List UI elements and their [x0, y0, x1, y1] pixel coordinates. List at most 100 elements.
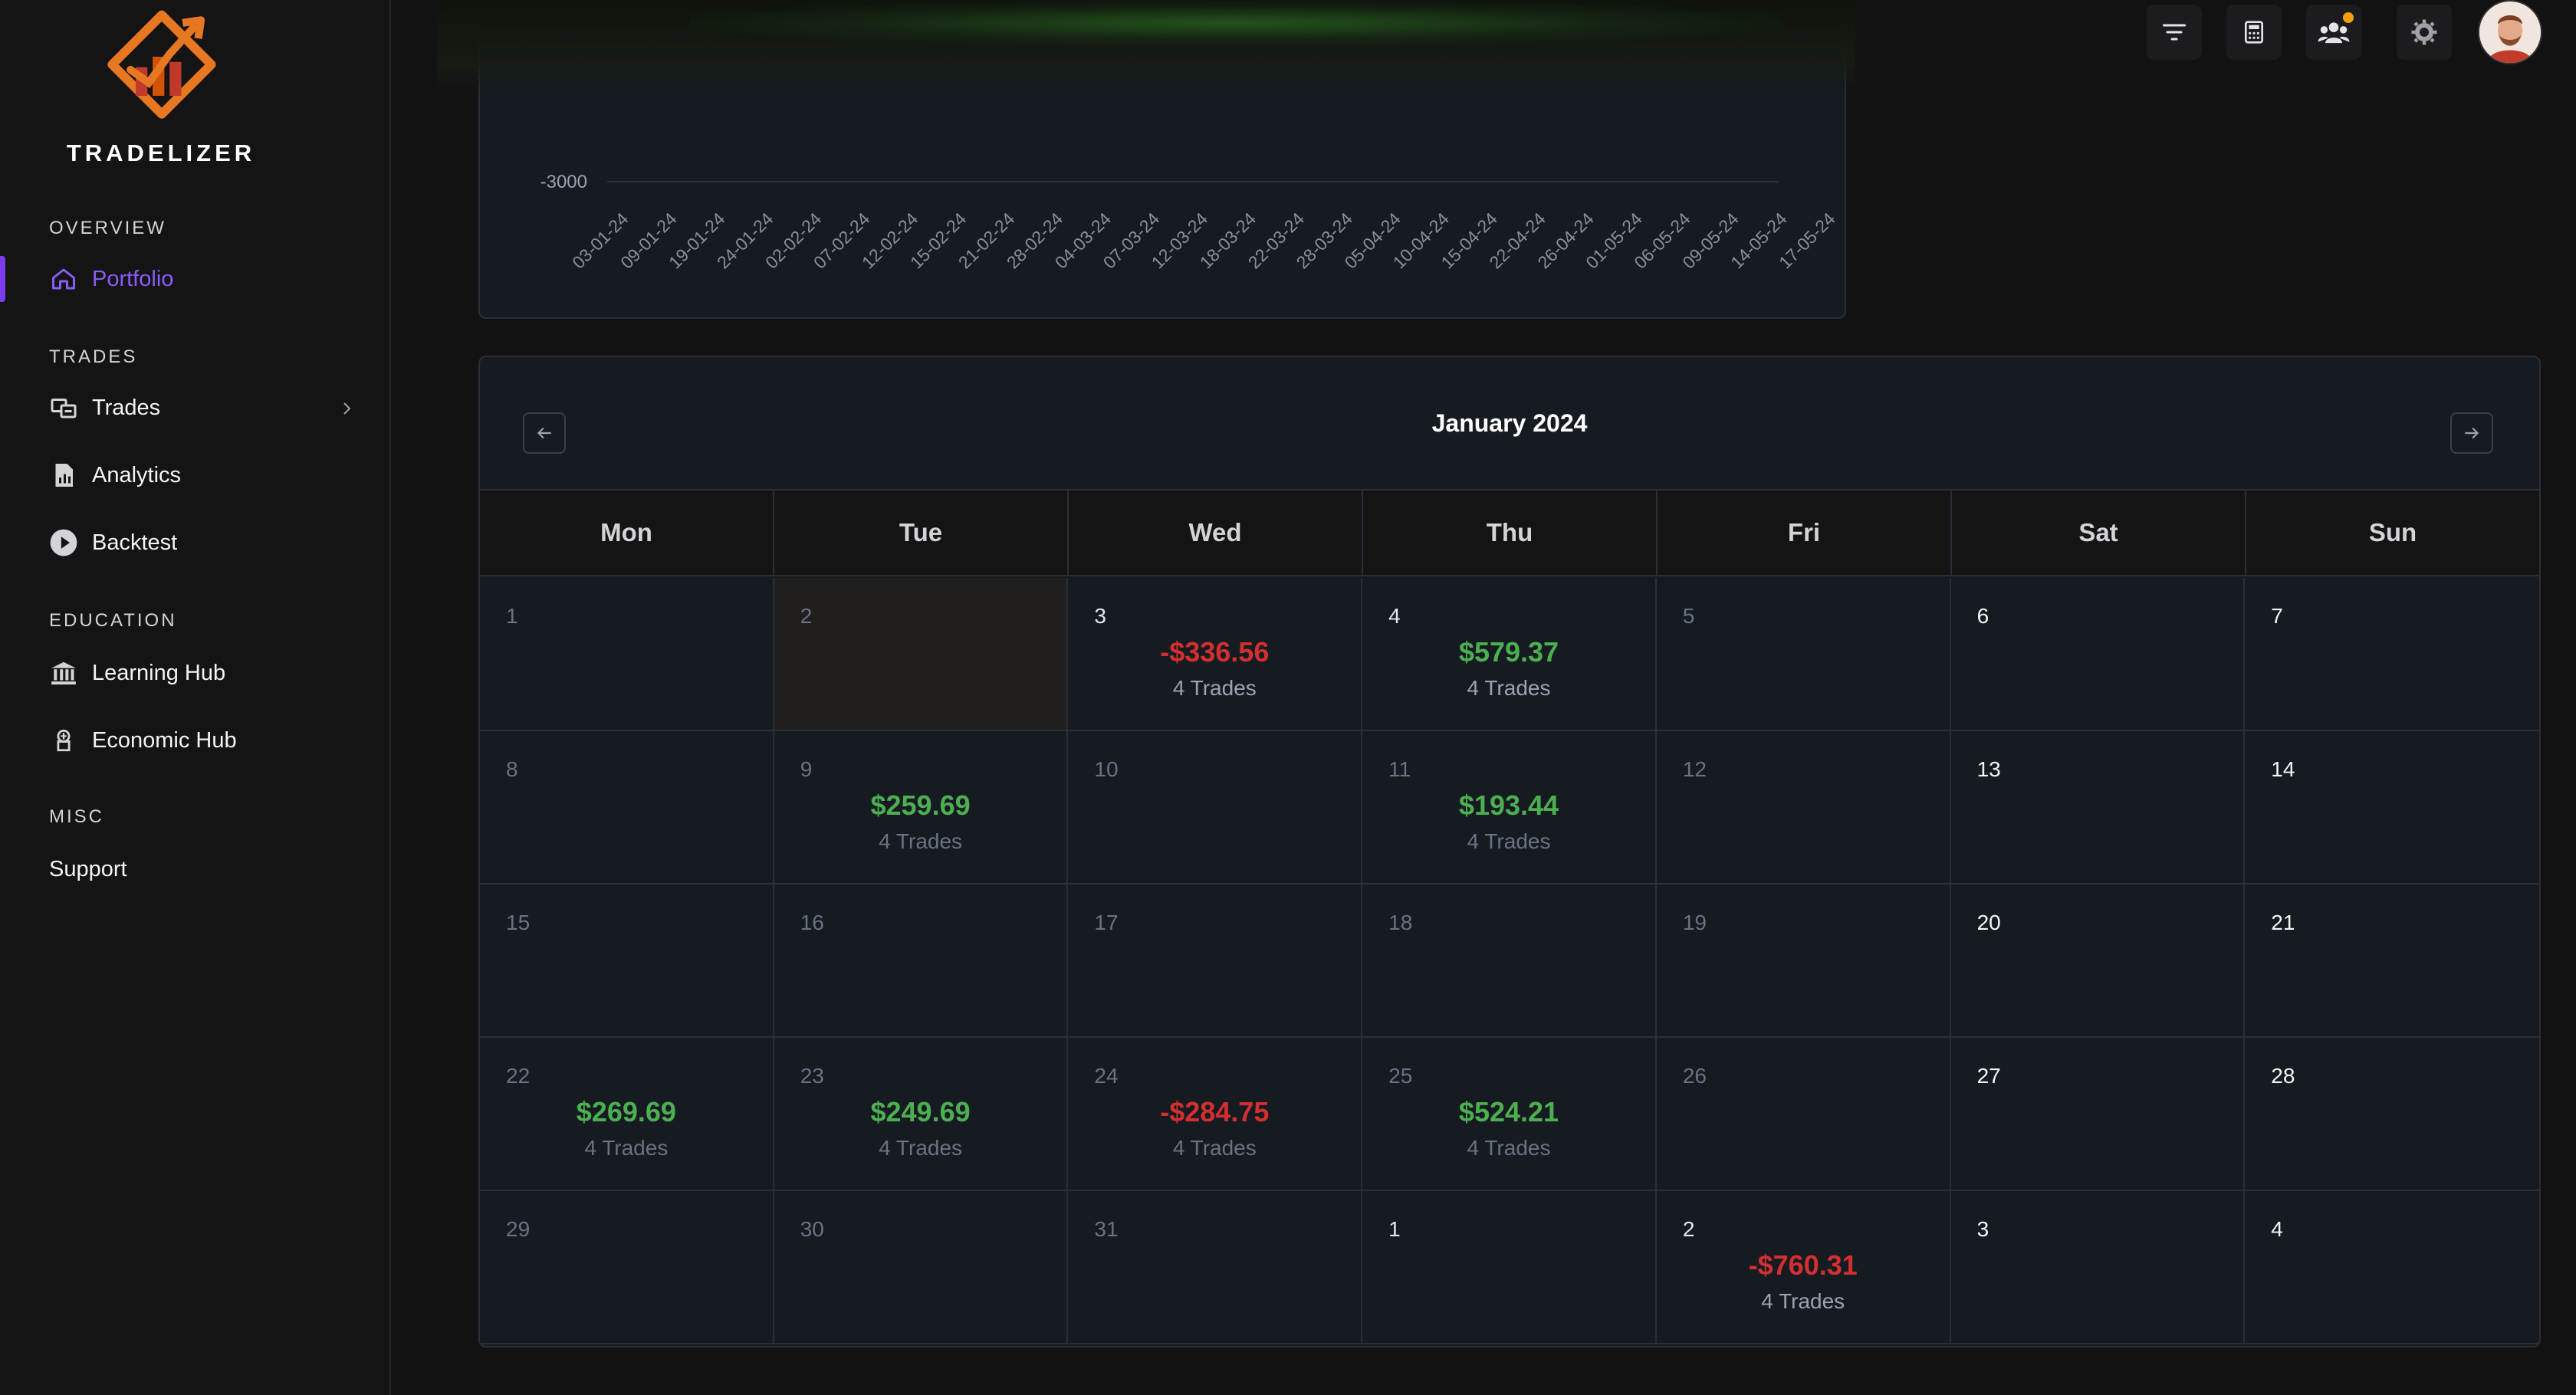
calendar-day-cell[interactable]: 23 $249.69 4 Trades: [774, 1038, 1069, 1191]
sidebar-item-economic-hub[interactable]: Economic Hub: [49, 719, 356, 762]
sidebar-item-portfolio[interactable]: Portfolio: [49, 258, 356, 300]
calendar-day-cell[interactable]: 18: [1362, 885, 1657, 1038]
sidebar-item-label: Analytics: [92, 462, 182, 487]
day-number: 4: [2271, 1217, 2283, 1241]
calendar-day-cell[interactable]: 5: [1656, 578, 1951, 731]
calendar-day-cell[interactable]: 9 $259.69 4 Trades: [774, 731, 1069, 885]
day-number: 27: [1976, 1064, 2001, 1088]
day-trade-count: 4 Trades: [1467, 829, 1551, 853]
day-number: 25: [1388, 1064, 1413, 1088]
y-tick-label: -3000: [540, 172, 587, 192]
day-number: 24: [1094, 1064, 1119, 1088]
calendar-day-cell[interactable]: 15: [480, 885, 774, 1038]
day-number: 20: [1976, 911, 2001, 934]
calendar-day-cell[interactable]: 28: [2245, 1038, 2539, 1191]
calendar-day-cell[interactable]: 10: [1068, 731, 1363, 885]
calendar-day-cell[interactable]: 2: [774, 578, 1069, 731]
calendar-day-cell[interactable]: 4: [2245, 1191, 2539, 1344]
calendar-day-cell[interactable]: 6: [1950, 578, 2246, 731]
day-number: 31: [1094, 1217, 1119, 1241]
calendar-day-cell[interactable]: 3 -$336.56 4 Trades: [1068, 578, 1363, 731]
day-number: 9: [800, 757, 813, 781]
economic-icon: [49, 726, 78, 755]
calendar-day-cell[interactable]: 12: [1656, 731, 1951, 885]
chevron-right-icon[interactable]: [337, 399, 356, 424]
calendar-day-cell[interactable]: 1: [1362, 1191, 1657, 1344]
sidebar-item-analytics[interactable]: Analytics: [49, 454, 356, 497]
calendar-day-cell[interactable]: 16: [774, 885, 1069, 1038]
calendar-day-cell[interactable]: 11 $193.44 4 Trades: [1362, 731, 1657, 885]
day-number: 29: [506, 1217, 531, 1241]
weekday-header: Mon: [480, 491, 774, 576]
calendar-header: January 2024: [480, 357, 2539, 491]
sidebar-item-trades[interactable]: Trades: [49, 386, 356, 429]
day-number: 11: [1388, 757, 1411, 781]
calendar-day-cell[interactable]: 13: [1950, 731, 2246, 885]
day-pnl-amount: $249.69: [870, 1096, 971, 1127]
community-button[interactable]: [2306, 5, 2361, 60]
next-month-button[interactable]: [2450, 412, 2493, 454]
calendar-day-cell[interactable]: 24 -$284.75 4 Trades: [1068, 1038, 1363, 1191]
avatar-image: [2479, 2, 2541, 63]
day-trade-count: 4 Trades: [1761, 1289, 1845, 1313]
day-number: 18: [1388, 911, 1413, 934]
day-trade-count: 4 Trades: [1467, 1136, 1551, 1160]
calendar-day-cell[interactable]: 20: [1950, 885, 2246, 1038]
sidebar-item-label: Portfolio: [92, 266, 174, 291]
sidebar-item-label: Support: [49, 856, 127, 881]
calendar-day-cell[interactable]: 2 -$760.31 4 Trades: [1656, 1191, 1951, 1344]
sidebar-item-label: Backtest: [92, 530, 178, 555]
day-number: 2: [1682, 1217, 1695, 1241]
weekday-header: Tue: [774, 491, 1069, 576]
user-avatar[interactable]: [2478, 0, 2542, 64]
day-number: 13: [1976, 757, 2001, 781]
sidebar: TRADELIZER OVERVIEW Portfolio TRADES Tra…: [0, 0, 391, 1395]
calendar-day-cell[interactable]: 17: [1068, 885, 1363, 1038]
calculator-icon: [2245, 21, 2263, 44]
calendar-grid: 1 2 3 -$336.56 4 Trades 4 $579.37 4 Trades 5 6 7 8 9…: [480, 578, 2539, 1344]
day-number: 4: [1388, 604, 1401, 628]
day-number: 15: [506, 911, 531, 934]
day-number: 12: [1682, 757, 1707, 781]
calendar-day-cell[interactable]: 3: [1950, 1191, 2246, 1344]
calendar-day-cell[interactable]: 7: [2245, 578, 2539, 731]
day-number: 23: [800, 1064, 824, 1088]
calculator-button[interactable]: [2226, 5, 2282, 60]
day-number: 2: [800, 604, 813, 628]
sidebar-item-support[interactable]: Support: [49, 848, 356, 891]
calendar-day-cell[interactable]: 14: [2245, 731, 2539, 885]
day-number: 21: [2271, 911, 2295, 934]
calendar-day-cell[interactable]: 31: [1068, 1191, 1363, 1344]
weekday-header-row: Mon Tue Wed Thu Fri Sat Sun: [480, 491, 2539, 576]
calendar-day-cell[interactable]: 27: [1950, 1038, 2246, 1191]
calendar-day-cell[interactable]: 8: [480, 731, 774, 885]
calendar-day-cell[interactable]: 21: [2245, 885, 2539, 1038]
calendar-day-cell[interactable]: 26: [1656, 1038, 1951, 1191]
sidebar-item-backtest[interactable]: Backtest: [49, 521, 356, 564]
calendar-month-title: January 2024: [1431, 409, 1588, 437]
day-pnl-amount: $193.44: [1458, 789, 1559, 821]
pnl-chart: -3000 03-01-2409-01-2419-01-2424-01-2402…: [540, 172, 1839, 273]
day-pnl-amount: $269.69: [576, 1096, 676, 1127]
calendar-day-cell[interactable]: 25 $524.21 4 Trades: [1362, 1038, 1657, 1191]
calendar-day-cell[interactable]: 29: [480, 1191, 774, 1344]
calendar-day-cell[interactable]: 19: [1656, 885, 1951, 1038]
settings-button[interactable]: [2397, 5, 2452, 60]
section-trades: TRADES: [49, 346, 138, 367]
day-trade-count: 4 Trades: [1172, 1136, 1257, 1160]
tradelizer-logo[interactable]: TRADELIZER: [46, 5, 276, 166]
day-number: 26: [1682, 1064, 1707, 1088]
calendar-day-cell[interactable]: 30: [774, 1191, 1069, 1344]
day-number: 7: [2271, 604, 2283, 628]
calendar-day-cell[interactable]: 1: [480, 578, 774, 731]
day-number: 22: [506, 1064, 531, 1088]
sidebar-item-label: Trades: [92, 395, 161, 420]
sidebar-item-learning-hub[interactable]: Learning Hub: [49, 652, 356, 694]
day-pnl-amount: $579.37: [1458, 636, 1559, 668]
day-number: 8: [506, 757, 518, 781]
day-number: 17: [1094, 911, 1119, 934]
calendar-day-cell[interactable]: 22 $269.69 4 Trades: [480, 1038, 774, 1191]
calendar-day-cell[interactable]: 4 $579.37 4 Trades: [1362, 578, 1657, 731]
weekday-header: Thu: [1363, 491, 1658, 576]
filter-button[interactable]: [2147, 5, 2202, 60]
